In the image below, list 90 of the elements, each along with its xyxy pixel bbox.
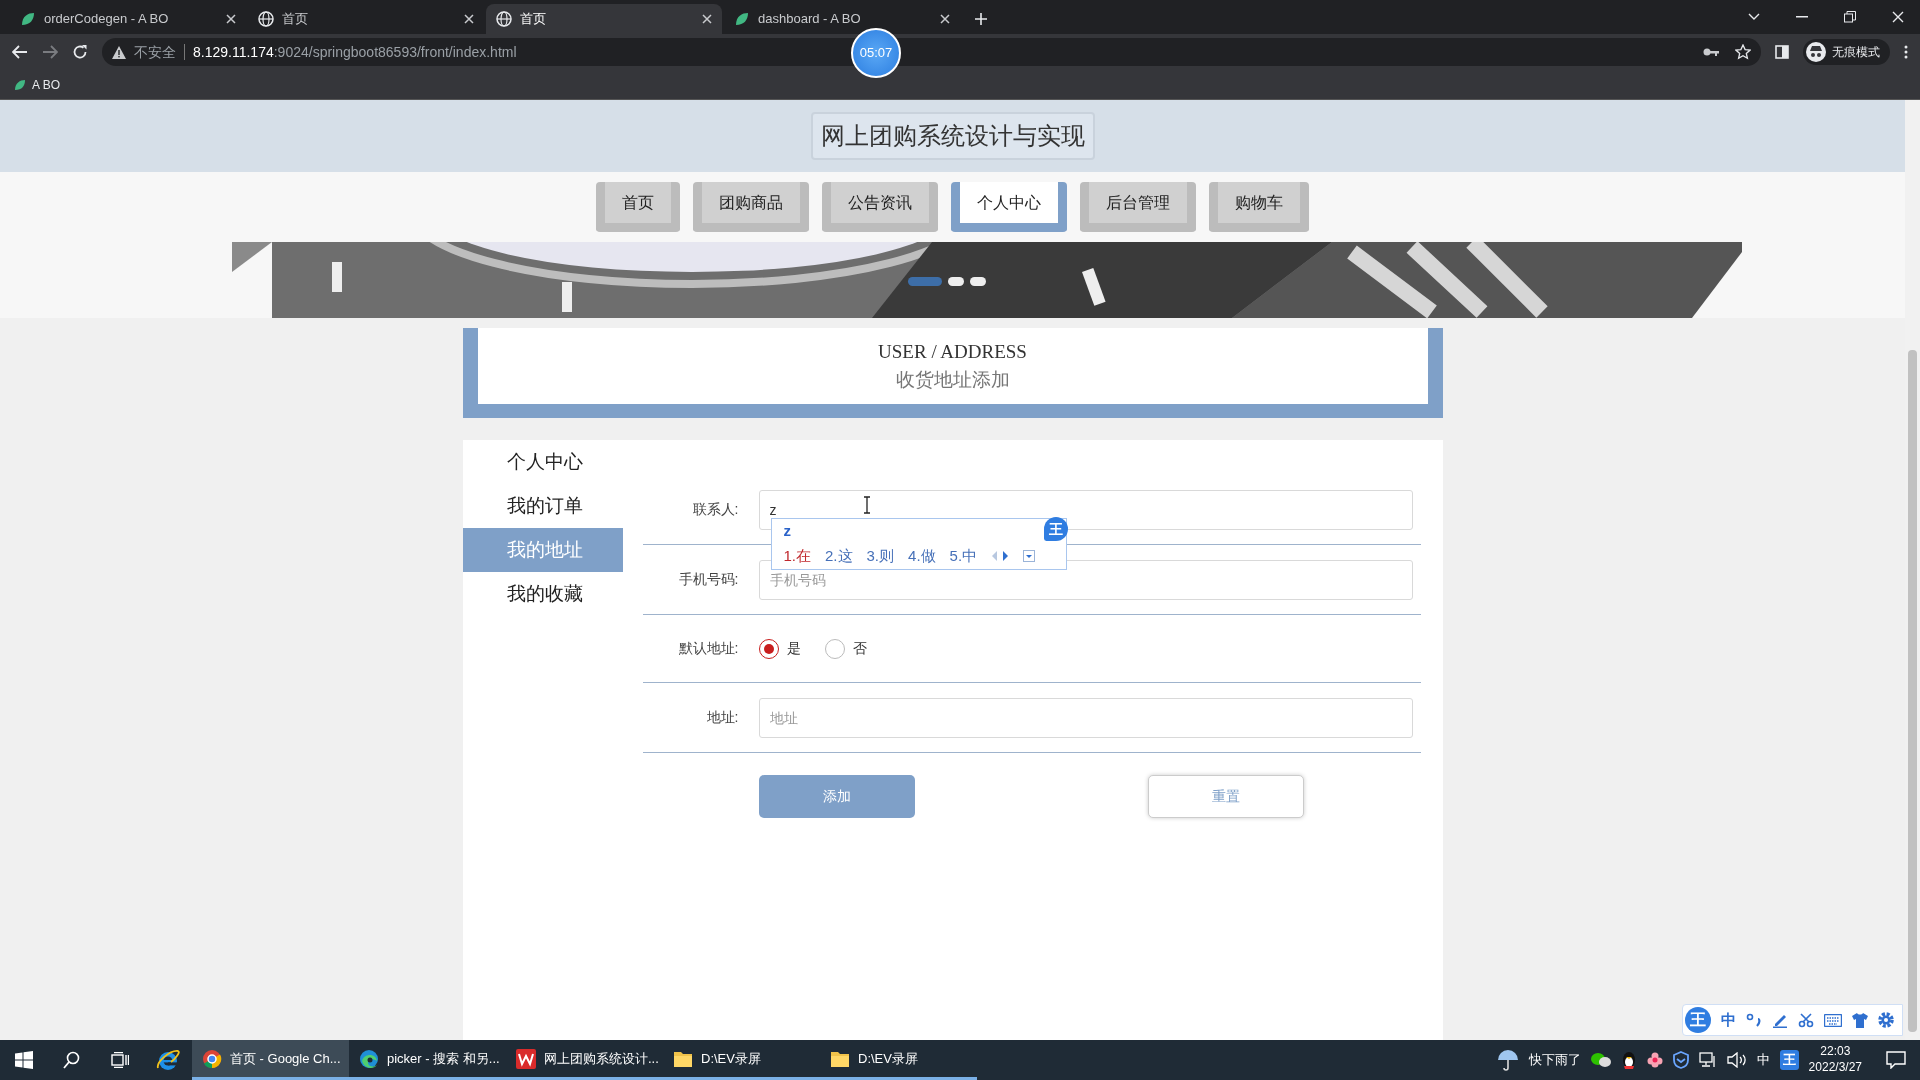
pen-icon[interactable] xyxy=(1772,1012,1788,1028)
nav-tab[interactable]: 购物车 xyxy=(1209,182,1309,232)
clock-date: 2022/3/27 xyxy=(1808,1060,1862,1076)
sidebar-item[interactable]: 我的收藏 xyxy=(462,572,623,616)
swirl-icon xyxy=(359,1048,379,1069)
windows-logo-icon[interactable] xyxy=(15,1051,33,1069)
url-text: 8.129.11.174:9024/springboot86593/front/index.html xyxy=(193,42,517,62)
star-icon[interactable] xyxy=(1735,44,1751,60)
more-icon[interactable] xyxy=(1904,45,1908,59)
browser-e-icon[interactable] xyxy=(156,1048,180,1072)
network-icon[interactable] xyxy=(1698,1052,1717,1068)
nav-tab[interactable]: 团购商品 xyxy=(693,182,809,232)
nav-tab[interactable]: 首页 xyxy=(596,182,680,232)
radio-label: 否 xyxy=(852,639,867,658)
globe-icon xyxy=(258,11,274,27)
minimize-icon[interactable] xyxy=(1796,16,1808,18)
field-label: 手机号码: xyxy=(677,570,739,589)
weather-text: 快下雨了 xyxy=(1528,1051,1581,1070)
nav-tab[interactable]: 后台管理 xyxy=(1080,182,1196,232)
close-icon[interactable] xyxy=(464,14,474,24)
browser-tab[interactable]: orderCodegen - A BO xyxy=(10,4,246,34)
settings-icon[interactable] xyxy=(1878,1012,1894,1028)
bookmark[interactable]: A BO xyxy=(14,75,60,94)
leaf-icon xyxy=(20,11,36,27)
incognito-icon xyxy=(1806,42,1826,62)
search-icon[interactable] xyxy=(63,1051,81,1069)
speaker-icon[interactable] xyxy=(1726,1052,1747,1068)
taskbar-app[interactable]: D:\EV录屏 xyxy=(820,1040,977,1080)
browser-tab[interactable]: 首页 xyxy=(248,4,484,34)
sidebar-item[interactable]: 我的订单 xyxy=(462,484,623,528)
umbrella-icon xyxy=(1496,1049,1519,1071)
field-label: 地址: xyxy=(705,708,739,727)
tab-title: orderCodegen - A BO xyxy=(44,10,170,29)
shield-icon[interactable] xyxy=(1672,1051,1689,1069)
taskbar-app[interactable]: picker - 搜索 和另... xyxy=(349,1040,506,1080)
ime-tray-logo[interactable]: 王 xyxy=(1779,1050,1799,1070)
side-panel-icon[interactable] xyxy=(1775,45,1789,59)
security-label: 不安全 xyxy=(134,42,176,62)
nav-tab[interactable]: 个人中心 xyxy=(951,182,1067,232)
close-icon[interactable] xyxy=(1892,11,1904,23)
restore-icon[interactable] xyxy=(1844,11,1856,23)
chevron-down-icon[interactable] xyxy=(1748,13,1760,21)
profile-chip[interactable]: 无痕模式 xyxy=(1803,39,1890,65)
task-view-icon[interactable] xyxy=(111,1052,129,1068)
reload-icon[interactable] xyxy=(72,44,88,60)
penguin-icon[interactable] xyxy=(1620,1051,1637,1069)
tab-title: 首页 xyxy=(520,10,547,29)
plus-icon[interactable] xyxy=(974,12,988,26)
clock-time: 22:03 xyxy=(1820,1044,1851,1060)
dropdown-icon[interactable] xyxy=(1023,550,1036,562)
flower-icon[interactable] xyxy=(1646,1052,1663,1068)
site-title: 网上团购系统设计与实现 xyxy=(810,112,1095,160)
close-icon[interactable] xyxy=(226,14,236,24)
input-field[interactable]: 地址 xyxy=(758,697,1413,738)
page-arrows-icon[interactable] xyxy=(991,550,1010,562)
close-icon[interactable] xyxy=(940,14,950,24)
ime-logo: 王 xyxy=(1685,1007,1711,1033)
section-title: USER / ADDRESS xyxy=(878,339,1027,364)
section-subtitle: 收货地址添加 xyxy=(895,368,1010,392)
back-arrow-icon[interactable] xyxy=(12,45,28,59)
scissors-icon[interactable] xyxy=(1798,1012,1814,1028)
punctuation-icon[interactable] xyxy=(1746,1013,1762,1027)
field-label: 联系人: xyxy=(691,500,739,519)
sidebar-item[interactable]: 个人中心 xyxy=(462,440,623,484)
chat-bubbles-icon[interactable] xyxy=(1590,1052,1611,1068)
nav-tab[interactable]: 公告资讯 xyxy=(822,182,938,232)
tab-title: 首页 xyxy=(282,10,309,29)
tab-title: dashboard - A BO xyxy=(758,10,862,29)
close-icon[interactable] xyxy=(702,14,712,24)
chrome-icon xyxy=(202,1048,222,1069)
warning-icon xyxy=(112,45,126,59)
browser-tab[interactable]: 首页 xyxy=(486,4,722,34)
ime-mode-toggle[interactable]: 中 xyxy=(1721,1008,1736,1032)
text-cursor-icon xyxy=(862,496,871,514)
forward-arrow-icon[interactable] xyxy=(42,45,58,59)
w-letter-icon xyxy=(516,1048,536,1069)
shirt-icon[interactable] xyxy=(1852,1012,1868,1028)
radio-label: 是 xyxy=(786,639,801,658)
notification-icon[interactable] xyxy=(1886,1051,1906,1069)
ime-logo: 王 xyxy=(1043,517,1068,541)
taskbar-app[interactable]: 网上团购系统设计... xyxy=(506,1040,663,1080)
keyboard-icon[interactable] xyxy=(1824,1013,1842,1027)
key-icon[interactable] xyxy=(1703,47,1719,57)
field-label: 默认地址: xyxy=(677,639,739,658)
leaf-icon xyxy=(14,78,26,91)
taskbar-app[interactable]: 首页 - Google Ch... xyxy=(192,1040,349,1080)
globe-icon xyxy=(496,11,512,27)
taskbar-app[interactable]: D:\EV录屏 xyxy=(663,1040,820,1080)
input-mode-indicator[interactable]: 中 xyxy=(1756,1050,1770,1070)
leaf-icon xyxy=(734,11,750,27)
